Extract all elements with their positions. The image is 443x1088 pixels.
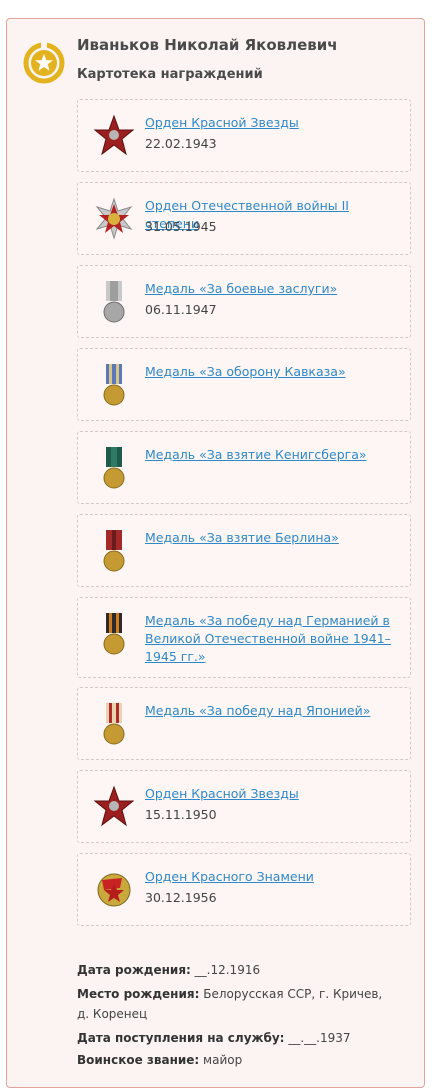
victory-germany-medal-icon [103,613,125,655]
award-item: Медаль «За взятие Кенигсберга» [77,431,411,504]
birth-place-label: Место рождения: [77,987,200,1001]
award-item: Медаль «За оборону Кавказа» [77,348,411,421]
award-item: Орден Красной Звезды 15.11.1950 [77,770,411,843]
award-title-link[interactable]: Медаль «За победу над Японией» [145,702,395,720]
award-title-link[interactable]: Медаль «За взятие Кенигсберга» [145,446,395,464]
award-item: Орден Отечественной войны II степени 31.… [77,182,411,255]
award-item: Медаль «За победу над Германией в Велико… [77,597,411,678]
award-item: Медаль «За боевые заслуги» 06.11.1947 [77,265,411,338]
award-item: Медаль «За победу над Японией» [77,687,411,760]
birth-place-row: Место рождения: Белорусская ССР, г. Крич… [77,984,397,1024]
birth-date-value: __.12.1916 [194,963,261,977]
berlin-medal-icon [103,530,125,572]
award-date: 30.12.1956 [145,890,217,905]
patriotic-war-order-icon [95,197,133,240]
award-title-link[interactable]: Орден Красного Знамени [145,868,395,886]
victory-japan-medal-icon [103,703,125,745]
red-banner-order-icon [97,873,131,907]
combat-merit-medal-icon [103,281,125,323]
person-name: Иваньков Николай Яковлевич [77,36,338,54]
award-title-link[interactable]: Медаль «За взятие Берлина» [145,529,395,547]
award-title-link[interactable]: Медаль «За победу над Германией в Велико… [145,612,395,666]
award-title-link[interactable]: Орден Красной Звезды [145,114,395,132]
rank-row: Воинское звание: майор [77,1050,397,1070]
service-date-row: Дата поступления на службу: __.__.1937 [77,1028,397,1048]
red-star-order-icon [94,114,134,156]
award-date: 22.02.1943 [145,136,217,151]
award-item: Медаль «За взятие Берлина» [77,514,411,587]
award-item: Орден Красной Звезды 22.02.1943 [77,99,411,172]
award-badge-icon [23,42,65,84]
koenigsberg-medal-icon [103,447,125,489]
award-date: 15.11.1950 [145,807,217,822]
service-date-value: __.__.1937 [288,1031,351,1045]
red-star-order-icon [94,785,134,827]
caucasus-medal-icon [103,364,125,406]
award-title-link[interactable]: Медаль «За оборону Кавказа» [145,363,395,381]
award-item: Орден Красного Знамени 30.12.1956 [77,853,411,926]
section-title: Картотека награждений [77,67,263,82]
birth-date-row: Дата рождения: __.12.1916 [77,960,397,980]
award-title-link[interactable]: Орден Красной Звезды [145,785,395,803]
service-date-label: Дата поступления на службу: [77,1031,285,1045]
award-title-link[interactable]: Медаль «За боевые заслуги» [145,280,395,298]
award-date: 31.05.1945 [145,219,217,234]
award-date: 06.11.1947 [145,302,217,317]
birth-date-label: Дата рождения: [77,963,191,977]
